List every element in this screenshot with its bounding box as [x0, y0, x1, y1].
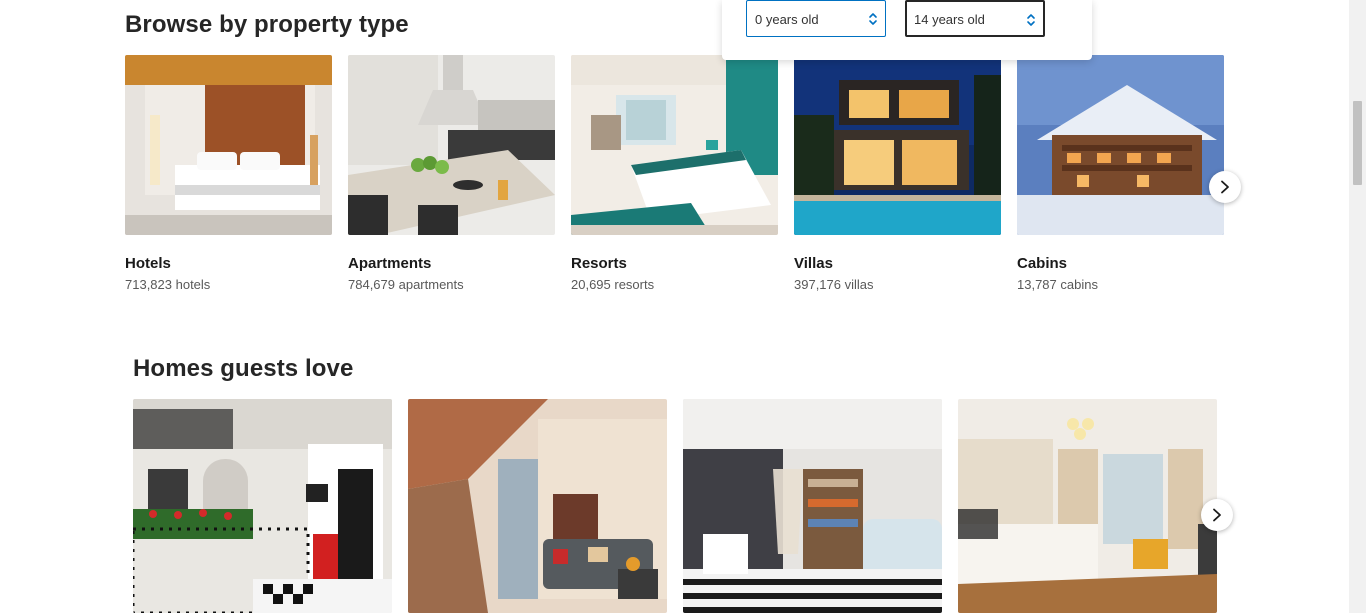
guests-popup: 0 years old 14 years old [722, 0, 1092, 60]
property-count: 397,176 villas [794, 277, 874, 292]
scrollbar-thumb[interactable] [1353, 101, 1362, 185]
home-image [958, 399, 1217, 613]
child-age-value: 0 years old [755, 12, 819, 27]
home-card-3[interactable] [683, 399, 942, 613]
up-down-arrows-icon [1027, 14, 1035, 26]
chevron-right-icon [1213, 508, 1221, 522]
resorts-image [571, 55, 778, 235]
property-count: 784,679 apartments [348, 277, 464, 292]
property-card-hotels[interactable]: Hotels 713,823 hotels [125, 55, 332, 292]
page-scrollbar[interactable] [1349, 0, 1366, 613]
homes-carousel-next-button[interactable] [1201, 499, 1233, 531]
child-age-select-2[interactable]: 14 years old [905, 0, 1045, 37]
browse-section-title: Browse by property type [125, 11, 409, 38]
child-age-select-1[interactable]: 0 years old [746, 0, 886, 37]
apartments-image [348, 55, 555, 235]
home-card-1[interactable] [133, 399, 392, 613]
property-name: Resorts [571, 255, 627, 272]
home-card-2[interactable] [408, 399, 667, 613]
home-image [683, 399, 942, 613]
property-card-apartments[interactable]: Apartments 784,679 apartments [348, 55, 555, 292]
property-name: Apartments [348, 255, 432, 272]
property-name: Hotels [125, 255, 171, 272]
cabins-image [1017, 55, 1224, 235]
home-card-4[interactable] [958, 399, 1217, 613]
hotels-image [125, 55, 332, 235]
property-name: Villas [794, 255, 833, 272]
property-count: 20,695 resorts [571, 277, 655, 292]
chevron-right-icon [1221, 180, 1229, 194]
property-carousel-next-button[interactable] [1209, 171, 1241, 203]
property-count: 13,787 cabins [1017, 277, 1098, 292]
villas-image [794, 55, 1001, 235]
property-count: 713,823 hotels [125, 277, 211, 292]
property-card-cabins[interactable]: Cabins 13,787 cabins [1017, 55, 1224, 292]
homes-section-title: Homes guests love [133, 355, 354, 382]
property-card-resorts[interactable]: Resorts 20,695 resorts [571, 55, 778, 292]
home-image [133, 399, 392, 613]
property-card-villas[interactable]: Villas 397,176 villas [794, 55, 1001, 292]
property-name: Cabins [1017, 255, 1068, 272]
child-age-value: 14 years old [914, 12, 985, 27]
home-image [408, 399, 667, 613]
up-down-arrows-icon [869, 13, 877, 25]
